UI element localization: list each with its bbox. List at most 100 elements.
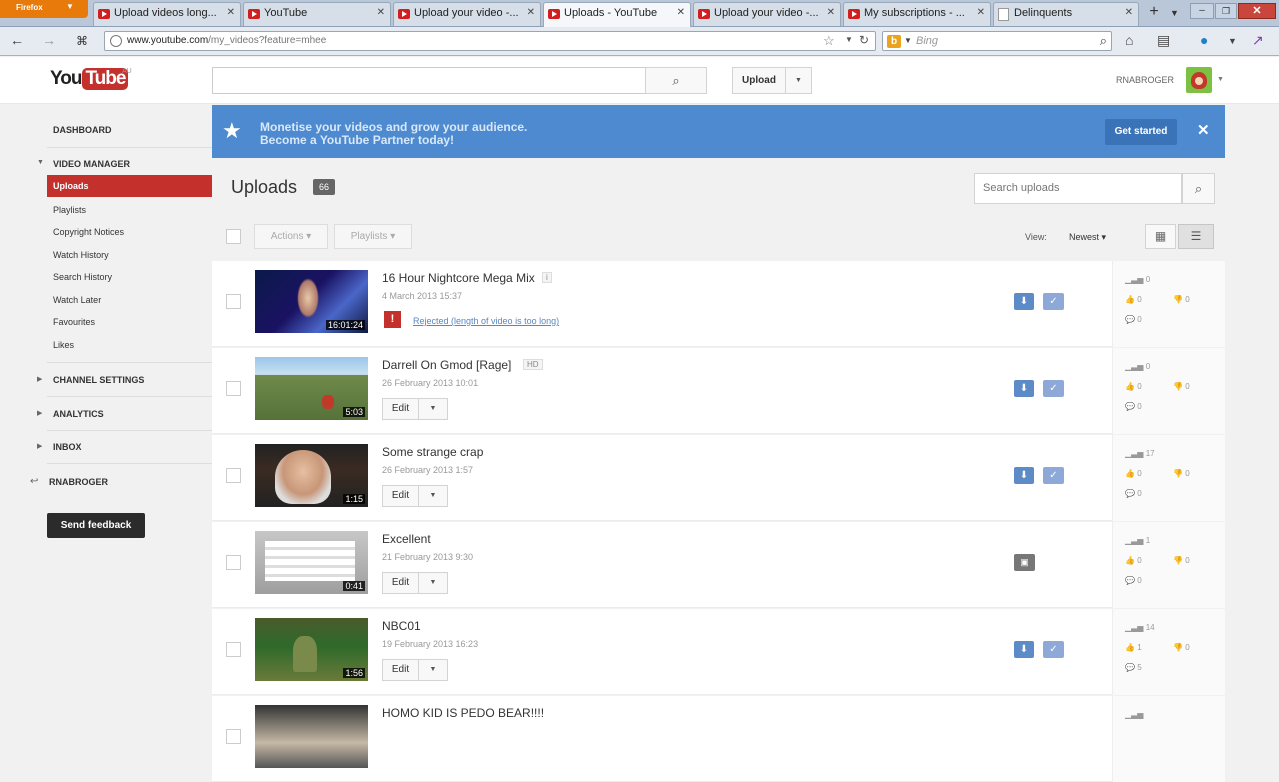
close-icon[interactable]: ✕: [977, 7, 985, 18]
search-uploads-button[interactable]: ⌕: [1182, 173, 1215, 204]
addon-globe-icon[interactable]: ●: [1200, 32, 1208, 48]
edit-dropdown-button[interactable]: ▼: [418, 572, 448, 594]
download-icon[interactable]: ⬇: [1014, 641, 1034, 658]
video-title[interactable]: HOMO KID IS PEDO BEAR!!!!: [382, 706, 544, 720]
tab-list-icon[interactable]: ▼: [1170, 8, 1179, 18]
sidebar-item-favourites[interactable]: Favourites: [53, 317, 95, 327]
browser-tab[interactable]: Delinquents ✕: [993, 2, 1139, 26]
video-thumbnail[interactable]: 1:15: [255, 444, 368, 507]
rejection-link[interactable]: Rejected (length of video is too long): [413, 316, 559, 326]
row-checkbox[interactable]: [226, 555, 241, 570]
edit-button[interactable]: Edit: [382, 572, 419, 594]
send-feedback-button[interactable]: Send feedback: [47, 513, 145, 538]
browser-tab[interactable]: YouTube ✕: [243, 2, 391, 26]
video-title[interactable]: Some strange crap: [382, 445, 483, 459]
public-check-icon[interactable]: ✓: [1043, 380, 1064, 397]
youtube-logo[interactable]: You Tube AU: [50, 68, 132, 92]
private-lock-icon[interactable]: ▣: [1014, 554, 1035, 571]
playlists-dropdown[interactable]: Playlists ▾: [334, 224, 412, 249]
back-arrow-icon[interactable]: ←: [10, 32, 24, 48]
window-restore-button[interactable]: ❐: [1215, 3, 1237, 19]
row-checkbox[interactable]: [226, 294, 241, 309]
actions-dropdown[interactable]: Actions ▾: [254, 224, 328, 249]
chevron-down-icon[interactable]: ▼: [1217, 76, 1224, 83]
close-icon[interactable]: ✕: [677, 7, 685, 18]
sidebar-item-channel-settings[interactable]: CHANNEL SETTINGS: [53, 375, 144, 385]
get-started-button[interactable]: Get started: [1105, 119, 1177, 145]
close-icon[interactable]: ✕: [527, 7, 535, 18]
upload-button[interactable]: Upload: [732, 67, 786, 94]
list-view-button[interactable]: ☰: [1178, 224, 1214, 249]
row-checkbox[interactable]: [226, 468, 241, 483]
video-title[interactable]: 16 Hour Nightcore Mega Mix: [382, 271, 535, 285]
sort-dropdown[interactable]: Newest ▾: [1069, 232, 1106, 243]
public-check-icon[interactable]: ✓: [1043, 293, 1064, 310]
sidebar-item-watch-later[interactable]: Watch Later: [53, 295, 101, 305]
upload-dropdown-button[interactable]: ▼: [785, 67, 812, 94]
browser-tab[interactable]: Upload videos long... ✕: [93, 2, 241, 26]
browser-tab[interactable]: Upload your video -... ✕: [693, 2, 841, 26]
grid-view-button[interactable]: ▦: [1145, 224, 1176, 249]
avatar[interactable]: [1186, 67, 1212, 93]
download-icon[interactable]: ⬇: [1014, 467, 1034, 484]
close-icon[interactable]: ✕: [227, 7, 235, 18]
site-identity-icon[interactable]: ⌘: [76, 34, 88, 48]
expanded-arrow-icon[interactable]: ▼: [37, 159, 44, 166]
forward-arrow-icon[interactable]: →: [42, 32, 56, 48]
search-uploads-field[interactable]: [974, 173, 1182, 204]
close-icon[interactable]: ✕: [1125, 7, 1133, 18]
video-title[interactable]: NBC01: [382, 619, 421, 633]
back-arrow-icon[interactable]: ↩: [30, 476, 38, 487]
video-title[interactable]: Excellent: [382, 532, 431, 546]
sidebar-item-watch-history[interactable]: Watch History: [53, 250, 109, 260]
youtube-search-input[interactable]: [212, 67, 646, 94]
row-checkbox[interactable]: [226, 729, 241, 744]
download-icon[interactable]: ⬇: [1014, 380, 1034, 397]
select-all-checkbox[interactable]: [226, 229, 241, 244]
addon-chart-icon[interactable]: ↗: [1252, 32, 1264, 49]
video-thumbnail[interactable]: 1:56: [255, 618, 368, 681]
search-icon[interactable]: ⌕: [1100, 33, 1107, 49]
sidebar-item-inbox[interactable]: INBOX: [53, 442, 82, 452]
close-icon[interactable]: ✕: [377, 7, 385, 18]
sidebar-item-user[interactable]: RNABROGER: [49, 477, 108, 487]
bookmarks-menu-icon[interactable]: ▤: [1157, 32, 1170, 49]
browser-search-bar[interactable]: b ▼ Bing ⌕: [882, 31, 1112, 51]
public-check-icon[interactable]: ✓: [1043, 641, 1064, 658]
bookmark-star-icon[interactable]: ☆: [823, 33, 835, 49]
new-tab-icon[interactable]: +: [1142, 3, 1166, 25]
browser-tab[interactable]: My subscriptions - ... ✕: [843, 2, 991, 26]
window-close-button[interactable]: ✕: [1238, 3, 1276, 19]
public-check-icon[interactable]: ✓: [1043, 467, 1064, 484]
edit-button[interactable]: Edit: [382, 659, 419, 681]
download-icon[interactable]: ⬇: [1014, 293, 1034, 310]
window-minimize-button[interactable]: –: [1190, 3, 1214, 19]
browser-tab[interactable]: Upload your video -... ✕: [393, 2, 541, 26]
home-icon[interactable]: ⌂: [1125, 32, 1133, 48]
sidebar-item-uploads[interactable]: Uploads: [47, 175, 212, 197]
sidebar-item-likes[interactable]: Likes: [53, 340, 74, 350]
video-thumbnail[interactable]: 0:41: [255, 531, 368, 594]
sidebar-item-analytics[interactable]: ANALYTICS: [53, 409, 104, 419]
firefox-menu-button[interactable]: Firefox ▼: [0, 0, 88, 18]
sidebar-item-video-manager[interactable]: VIDEO MANAGER: [53, 159, 130, 169]
sidebar-item-search-history[interactable]: Search History: [53, 272, 112, 282]
sidebar-item-playlists[interactable]: Playlists: [53, 205, 86, 215]
search-uploads-input[interactable]: [983, 182, 1173, 194]
youtube-search-button[interactable]: ⌕: [645, 67, 707, 94]
engine-dropdown-icon[interactable]: ▼: [904, 36, 912, 45]
collapsed-arrow-icon[interactable]: ▶: [37, 409, 42, 417]
browser-tab-active[interactable]: Uploads - YouTube ✕: [543, 2, 691, 27]
collapsed-arrow-icon[interactable]: ▶: [37, 375, 42, 383]
edit-button[interactable]: Edit: [382, 485, 419, 507]
video-thumbnail[interactable]: 5:03: [255, 357, 368, 420]
close-icon[interactable]: ✕: [827, 7, 835, 18]
sidebar-item-copyright-notices[interactable]: Copyright Notices: [53, 227, 124, 237]
addon-dropdown-icon[interactable]: ▼: [1228, 36, 1237, 46]
video-title[interactable]: Darrell On Gmod [Rage]: [382, 358, 511, 372]
url-bar[interactable]: www.youtube.com/my_videos?feature=mhee ☆…: [104, 31, 876, 51]
username[interactable]: RNABROGER: [1116, 75, 1174, 85]
edit-button[interactable]: Edit: [382, 398, 419, 420]
edit-dropdown-button[interactable]: ▼: [418, 659, 448, 681]
row-checkbox[interactable]: [226, 642, 241, 657]
